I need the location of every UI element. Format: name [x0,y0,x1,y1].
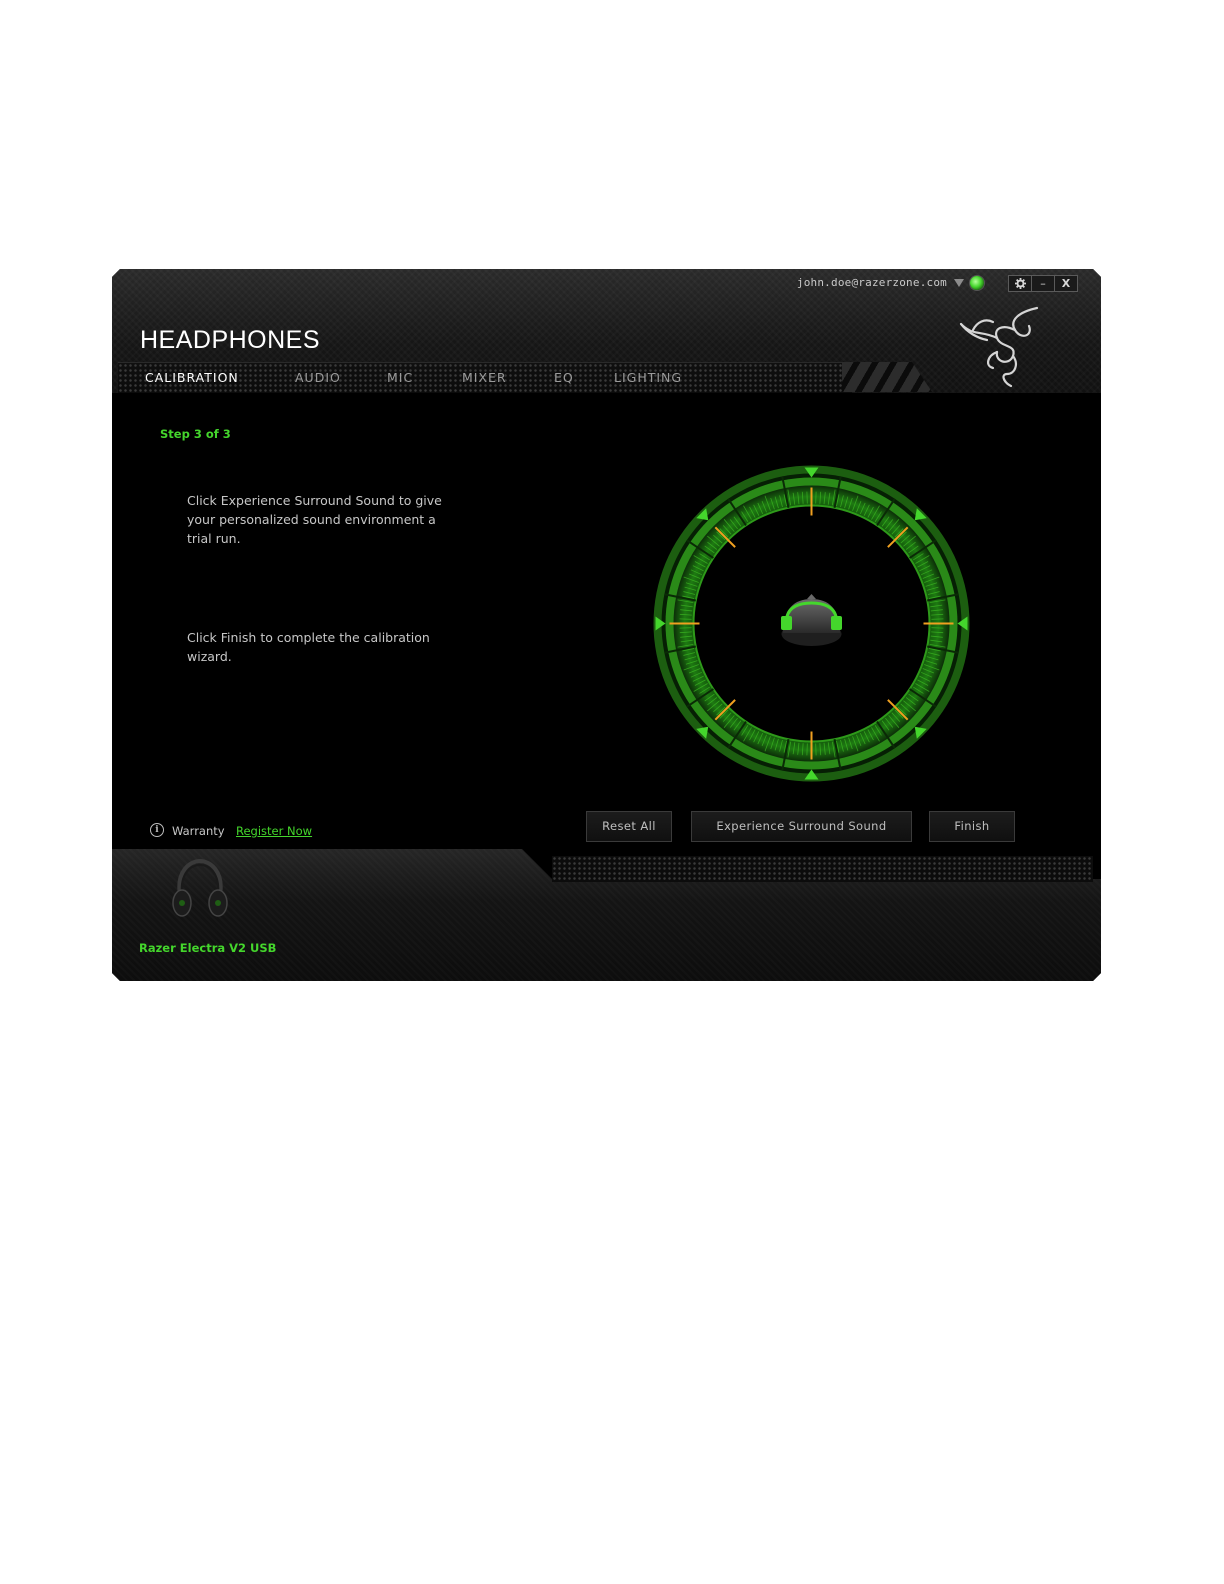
tab-bar-decoration [842,362,932,392]
header: john.doe@razerzone.com – X HEADPHONES CA… [112,269,1101,393]
instruction-experience: Click Experience Surround Sound to give … [187,493,442,546]
online-status-icon [970,276,984,290]
minimize-button[interactable]: – [1031,275,1055,292]
close-button[interactable]: X [1054,275,1078,292]
finish-button[interactable]: Finish [929,811,1015,842]
tab-mic[interactable]: MIC [387,370,413,385]
settings-button[interactable] [1008,275,1032,292]
account-dropdown-icon[interactable] [954,279,964,287]
tab-lighting[interactable]: LIGHTING [614,370,682,385]
tab-calibration[interactable]: CALIBRATION [145,370,239,385]
footer-decoration [552,856,1093,882]
surround-calibration-dial[interactable] [649,461,974,786]
experience-surround-sound-button[interactable]: Experience Surround Sound [691,811,912,842]
gear-icon [1014,278,1026,289]
reset-all-button[interactable]: Reset All [586,811,672,842]
register-now-link[interactable]: Register Now [236,824,312,838]
tab-eq[interactable]: EQ [554,370,574,385]
info-icon: i [150,823,164,837]
tab-mixer[interactable]: MIXER [462,370,507,385]
warranty-label: Warranty [172,824,225,838]
headset-device-icon[interactable] [170,857,230,923]
page-title: HEADPHONES [140,326,321,354]
account-email[interactable]: john.doe@razerzone.com [797,276,947,289]
razer-synapse-window: john.doe@razerzone.com – X HEADPHONES CA… [112,269,1101,981]
tab-audio[interactable]: AUDIO [295,370,341,385]
razer-logo-icon [959,306,1039,388]
device-name: Razer Electra V2 USB [139,941,277,955]
instruction-finish: Click Finish to complete the calibration… [187,630,430,664]
step-indicator: Step 3 of 3 [160,427,231,441]
